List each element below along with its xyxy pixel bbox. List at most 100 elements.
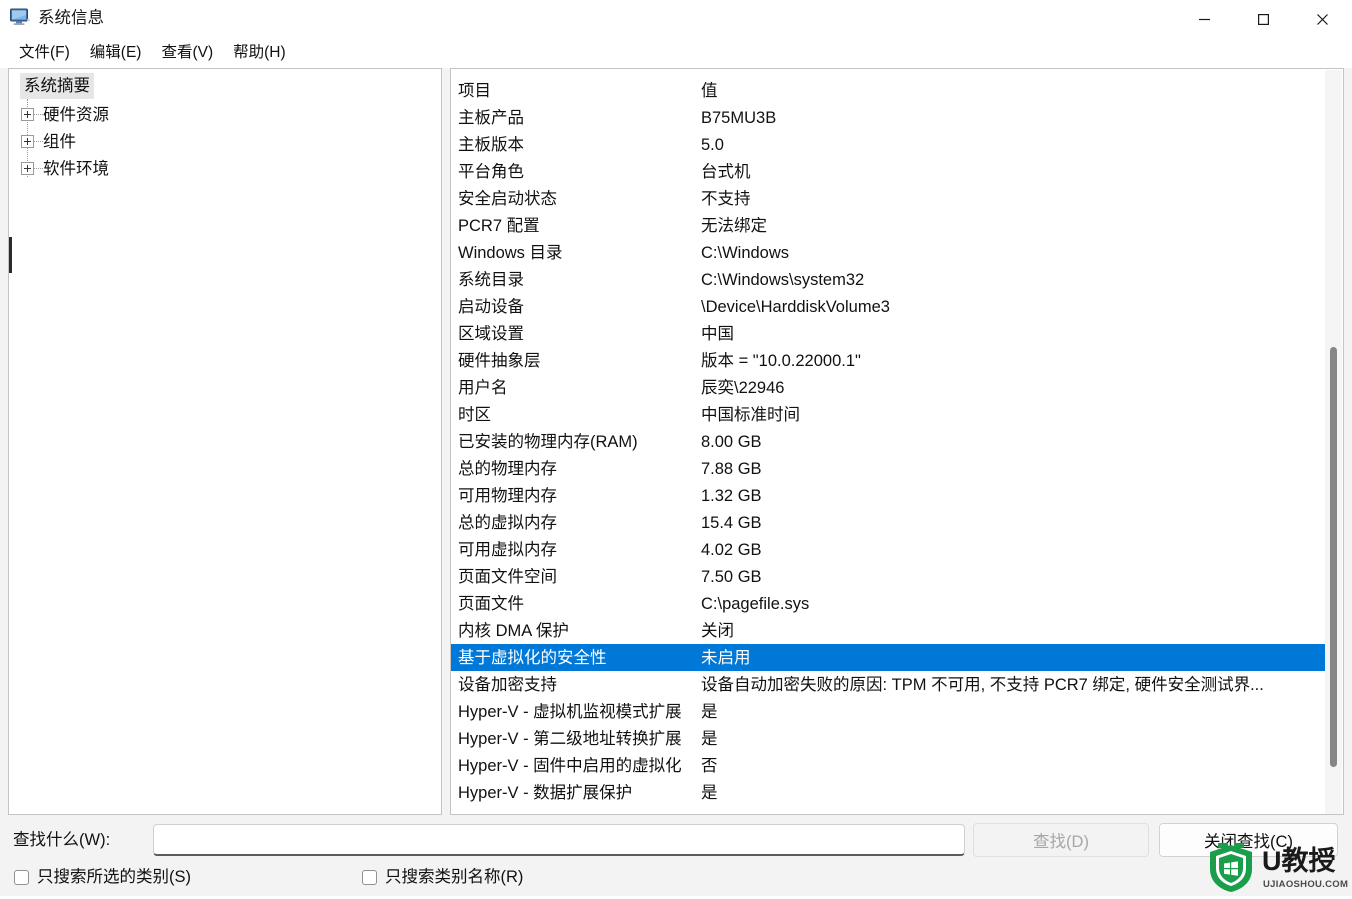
tree-dash-connector: [34, 140, 43, 143]
menu-view[interactable]: 查看(V): [152, 41, 224, 66]
row-item-name: Hyper-V - 数据扩展保护: [458, 783, 633, 802]
checkbox-search-selected-category-row[interactable]: 只搜索所选的类别(S): [14, 866, 191, 888]
row-item-value: 关闭: [701, 621, 734, 640]
row-item-name: 可用虚拟内存: [458, 540, 557, 559]
table-row[interactable]: 安全启动状态 不支持: [451, 185, 1325, 212]
column-header-item: 项目: [458, 81, 491, 100]
table-row[interactable]: 页面文件 C:\pagefile.sys: [451, 590, 1325, 617]
menu-edit[interactable]: 编辑(E): [81, 41, 153, 66]
column-header-value: 值: [701, 81, 718, 100]
checkbox-unchecked-icon[interactable]: [362, 869, 377, 885]
system-information-window: 系统信息 文件(F) 编辑(E) 查看(V) 帮助(H) 系统摘要 硬件资源 组…: [0, 0, 1352, 896]
row-item-value: 台式机: [701, 162, 751, 181]
table-row[interactable]: Windows 目录 C:\Windows: [451, 239, 1325, 266]
row-item-value: 7.50 GB: [701, 567, 762, 586]
plus-icon[interactable]: [21, 108, 34, 121]
tree-dash-connector: [34, 113, 43, 116]
tree-item-system-summary[interactable]: 系统摘要: [20, 73, 94, 99]
checkbox-search-category-name-row[interactable]: 只搜索类别名称(R): [362, 866, 523, 888]
row-item-value: 版本 = "10.0.22000.1": [701, 351, 861, 370]
find-button[interactable]: 查找(D): [973, 823, 1149, 857]
window-controls: [1175, 0, 1352, 38]
table-row[interactable]: Hyper-V - 虚拟机监视模式扩展是: [451, 698, 1325, 725]
table-row[interactable]: 可用虚拟内存 4.02 GB: [451, 536, 1325, 563]
row-item-value: 8.00 GB: [701, 432, 762, 451]
table-row[interactable]: 总的虚拟内存 15.4 GB: [451, 509, 1325, 536]
row-item-name: Windows 目录: [458, 243, 563, 262]
table-row[interactable]: Hyper-V - 固件中启用的虚拟化否: [451, 752, 1325, 779]
row-item-value: 1.32 GB: [701, 486, 762, 505]
menu-bar: 文件(F) 编辑(E) 查看(V) 帮助(H): [0, 38, 1352, 68]
row-item-name: 区域设置: [458, 324, 524, 343]
table-row[interactable]: 平台角色 台式机: [451, 158, 1325, 185]
table-row[interactable]: 主板版本 5.0: [451, 131, 1325, 158]
row-item-value: 是: [701, 729, 718, 748]
close-button[interactable]: [1293, 0, 1352, 38]
tree-item-components[interactable]: 组件: [21, 128, 76, 155]
row-item-value: 否: [701, 756, 718, 775]
table-row[interactable]: 用户名 辰奕\22946: [451, 374, 1325, 401]
table-row[interactable]: 时区 中国标准时间: [451, 401, 1325, 428]
row-item-value: 是: [701, 783, 718, 802]
table-row[interactable]: 硬件抽象层 版本 = "10.0.22000.1": [451, 347, 1325, 374]
row-item-name: 设备加密支持: [458, 675, 557, 694]
tree-dash-connector: [34, 167, 43, 170]
row-item-value: 中国: [701, 324, 734, 343]
minimize-button[interactable]: [1175, 0, 1234, 38]
computer-monitor-icon: [9, 7, 31, 27]
table-row[interactable]: 区域设置 中国: [451, 320, 1325, 347]
row-item-name: 系统目录: [458, 270, 524, 289]
row-item-name: 主板产品: [458, 108, 524, 127]
row-item-value: 辰奕\22946: [701, 378, 785, 397]
table-row[interactable]: Hyper-V - 数据扩展保护 是: [451, 779, 1325, 806]
table-row[interactable]: 设备加密支持 设备自动加密失败的原因: TPM 不可用, 不支持 PCR7 绑定,…: [451, 671, 1325, 698]
row-item-name: 已安装的物理内存(RAM): [458, 432, 638, 451]
table-row[interactable]: Hyper-V - 第二级地址转换扩展是: [451, 725, 1325, 752]
table-row[interactable]: 基于虚拟化的安全性 未启用: [451, 644, 1325, 671]
row-item-name: 基于虚拟化的安全性: [458, 648, 607, 667]
tree-item-label: 硬件资源: [43, 105, 109, 124]
row-item-value: C:\pagefile.sys: [701, 594, 810, 613]
find-input[interactable]: [153, 824, 965, 856]
tree-item-hardware-resources[interactable]: 硬件资源: [21, 101, 109, 128]
row-item-name: 主板版本: [458, 135, 524, 154]
row-item-value: C:\Windows: [701, 243, 790, 262]
maximize-button[interactable]: [1234, 0, 1293, 38]
details-list-panel[interactable]: 项目 值主板产品 B75MU3B 主板版本 5.0 平台角色 台式机安全启动状态 不支持 PCR…: [450, 68, 1344, 815]
table-row[interactable]: 总的物理内存 7.88 GB: [451, 455, 1325, 482]
row-item-name: Hyper-V - 第二级地址转换扩展: [458, 729, 682, 748]
row-item-name: 平台角色: [458, 162, 524, 181]
row-item-value: 5.0: [701, 135, 724, 154]
scrollbar-thumb[interactable]: [1330, 347, 1337, 767]
row-item-value: 未启用: [701, 648, 751, 667]
checkbox-unchecked-icon[interactable]: [14, 869, 29, 885]
table-row[interactable]: 启动设备 \Device\HarddiskVolume3: [451, 293, 1325, 320]
table-row[interactable]: 主板产品 B75MU3B: [451, 104, 1325, 131]
row-item-name: Hyper-V - 虚拟机监视模式扩展: [458, 702, 682, 721]
row-item-value: C:\Windows\system32: [701, 270, 865, 289]
row-item-value: \Device\HarddiskVolume3: [701, 297, 890, 316]
category-tree-panel[interactable]: 系统摘要 硬件资源 组件 软件环境: [8, 68, 442, 815]
table-row[interactable]: PCR7 配置 无法绑定: [451, 212, 1325, 239]
row-item-name: 总的虚拟内存: [458, 513, 557, 532]
table-row[interactable]: 已安装的物理内存(RAM) 8.00 GB: [451, 428, 1325, 455]
row-item-value: 中国标准时间: [701, 405, 800, 424]
list-vertical-scrollbar[interactable]: [1325, 70, 1342, 814]
tree-item-software-environment[interactable]: 软件环境: [21, 155, 109, 182]
list-header-row: 项目 值: [451, 77, 1325, 104]
close-find-button[interactable]: 关闭查找(C): [1159, 823, 1338, 857]
table-row[interactable]: 页面文件空间 7.50 GB: [451, 563, 1325, 590]
row-item-value: B75MU3B: [701, 108, 777, 127]
plus-icon[interactable]: [21, 162, 34, 175]
row-item-value: 是: [701, 702, 718, 721]
checkbox-label: 只搜索所选的类别(S): [37, 868, 191, 886]
table-row[interactable]: 系统目录 C:\Windows\system32: [451, 266, 1325, 293]
row-item-name: 时区: [458, 405, 491, 424]
row-item-name: 内核 DMA 保护: [458, 621, 569, 640]
menu-file[interactable]: 文件(F): [10, 41, 81, 66]
table-row[interactable]: 内核 DMA 保护 关闭: [451, 617, 1325, 644]
table-row[interactable]: 可用物理内存 1.32 GB: [451, 482, 1325, 509]
menu-help[interactable]: 帮助(H): [224, 41, 297, 66]
plus-icon[interactable]: [21, 135, 34, 148]
row-item-value: 不支持: [701, 189, 751, 208]
